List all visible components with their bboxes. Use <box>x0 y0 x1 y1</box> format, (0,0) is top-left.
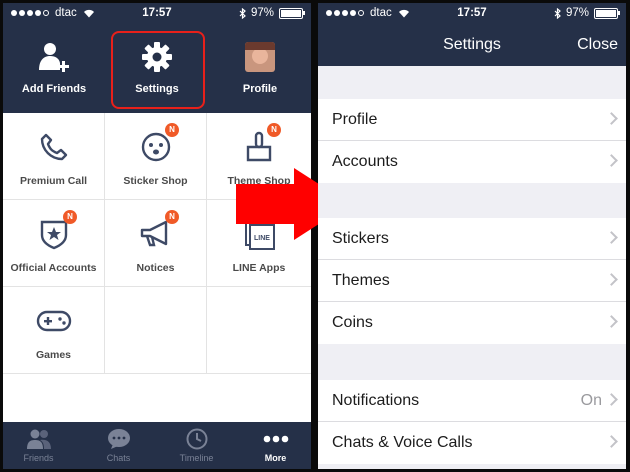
settings-row-profile[interactable]: Profile <box>318 99 626 141</box>
chevron-right-icon <box>605 112 618 125</box>
add-friend-icon <box>39 43 69 72</box>
settings-row-stickers[interactable]: Stickers <box>318 218 626 260</box>
settings-screen: dtac 17:57 97% Settings Close Profile Ac… <box>318 3 626 469</box>
new-badge: N <box>267 123 281 137</box>
official-accounts-item[interactable]: N Official Accounts <box>3 200 105 287</box>
tab-more[interactable]: More <box>245 428 306 463</box>
row-label: Accounts <box>332 153 398 170</box>
row-label: Profile <box>332 111 378 128</box>
row-label: Stickers <box>332 230 389 247</box>
more-dots-icon <box>263 435 288 443</box>
bluetooth-icon <box>239 7 246 19</box>
profile-button[interactable]: Profile <box>209 39 311 95</box>
settings-row-notifications[interactable]: Notifications On <box>318 380 626 422</box>
chevron-right-icon <box>605 315 618 328</box>
new-badge: N <box>63 210 77 224</box>
tab-timeline[interactable]: Timeline <box>166 428 227 463</box>
status-bar: dtac 17:57 97% <box>318 3 626 25</box>
row-label: Coins <box>332 314 373 331</box>
settings-highlight-box <box>111 31 205 109</box>
sticker-shop-label: Sticker Shop <box>123 175 188 187</box>
games-item[interactable]: Games <box>3 287 105 374</box>
settings-group-account: Profile Accounts <box>318 99 626 183</box>
new-badge: N <box>165 210 179 224</box>
gamepad-icon <box>36 310 71 332</box>
settings-row-chats-voice-calls[interactable]: Chats & Voice Calls <box>318 422 626 464</box>
chevron-right-icon <box>605 393 618 406</box>
tab-bar: Friends Chats Timeline More <box>3 422 311 469</box>
premium-call-label: Premium Call <box>19 175 88 187</box>
official-accounts-label: Official Accounts <box>10 262 97 274</box>
tab-more-label: More <box>264 453 287 463</box>
row-label: Notifications <box>332 392 420 409</box>
row-label: Chats & Voice Calls <box>332 434 473 451</box>
settings-row-coins[interactable]: Coins <box>318 302 626 344</box>
add-friends-button[interactable]: Add Friends <box>3 39 105 95</box>
notifications-value: On <box>580 392 602 409</box>
games-label: Games <box>35 349 72 361</box>
empty-cell <box>105 287 207 374</box>
premium-call-item[interactable]: Premium Call <box>3 113 105 200</box>
settings-row-accounts[interactable]: Accounts <box>318 141 626 183</box>
battery-percent: 97% <box>565 7 589 19</box>
new-badge: N <box>165 123 179 137</box>
status-bar: dtac 17:57 97% <box>3 3 311 25</box>
tab-friends[interactable]: Friends <box>8 428 69 463</box>
battery-icon <box>279 7 305 19</box>
notices-item[interactable]: N Notices <box>105 200 207 287</box>
avatar <box>245 42 275 72</box>
sticker-shop-item[interactable]: N Sticker Shop <box>105 113 207 200</box>
line-apps-label: LINE Apps <box>232 262 286 274</box>
friends-icon <box>26 429 51 449</box>
battery-icon <box>594 7 620 19</box>
tab-timeline-label: Timeline <box>179 453 214 463</box>
chevron-right-icon <box>605 154 618 167</box>
close-button[interactable]: Close <box>577 36 618 54</box>
chevron-right-icon <box>605 273 618 286</box>
add-friends-label: Add Friends <box>21 83 87 95</box>
row-label: Themes <box>332 272 390 289</box>
chevron-right-icon <box>605 231 618 244</box>
settings-row-themes[interactable]: Themes <box>318 260 626 302</box>
more-grid: Premium Call N Sticker Shop N Theme Shop… <box>3 113 311 422</box>
chat-bubble-icon <box>107 429 130 449</box>
phone-icon <box>40 133 67 161</box>
chevron-right-icon <box>605 435 618 448</box>
battery-percent: 97% <box>250 7 274 19</box>
top-nav: dtac 17:57 97% Add Friends Settings Prof… <box>3 3 311 113</box>
settings-group-shop: Stickers Themes Coins <box>318 218 626 344</box>
tab-chats[interactable]: Chats <box>88 428 149 463</box>
notices-label: Notices <box>136 262 175 274</box>
bluetooth-icon <box>554 7 561 19</box>
empty-cell <box>207 287 311 374</box>
clock-icon <box>186 428 207 450</box>
settings-group-general: Notifications On Chats & Voice Calls <box>318 380 626 464</box>
tab-friends-label: Friends <box>23 453 54 463</box>
nav-bar: dtac 17:57 97% Settings Close <box>318 3 626 66</box>
tab-chats-label: Chats <box>106 453 131 463</box>
profile-label: Profile <box>242 83 278 95</box>
